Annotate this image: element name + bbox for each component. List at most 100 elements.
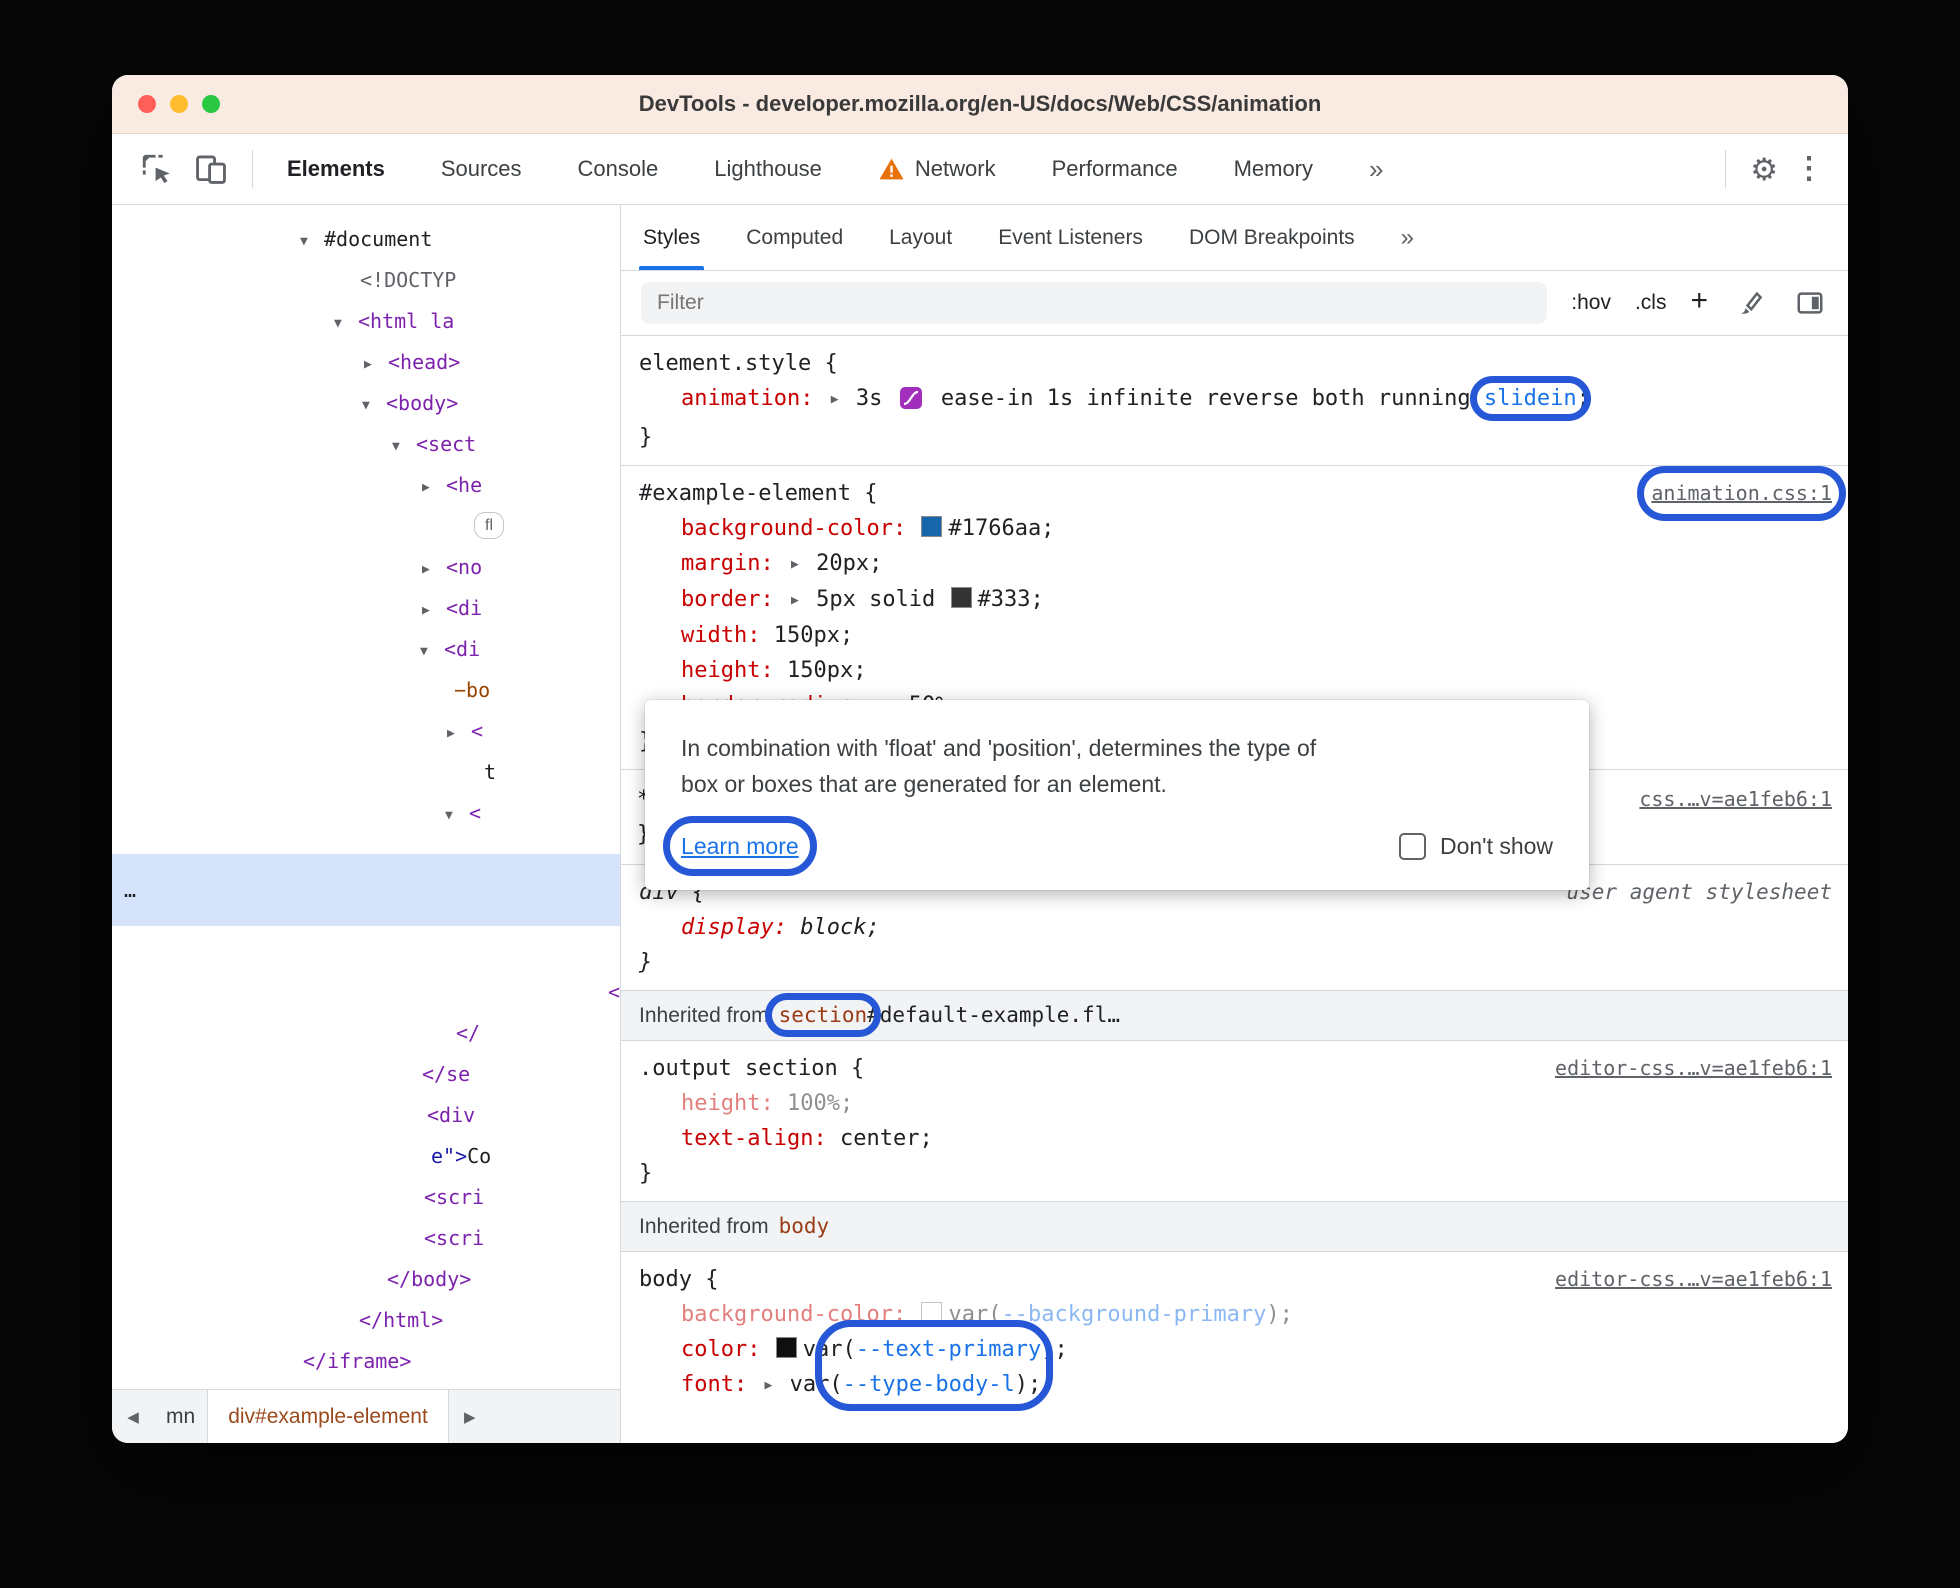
flex-badge[interactable]: fl xyxy=(474,512,504,539)
inspect-element-icon[interactable] xyxy=(134,147,180,191)
rule-selector[interactable]: #example-element { xyxy=(639,481,877,506)
dock-panel-icon[interactable] xyxy=(1792,285,1828,321)
collapse-arrow-icon[interactable]: ▼ xyxy=(334,303,358,344)
more-panels-icon[interactable]: » xyxy=(1401,205,1414,270)
tree-node-head[interactable]: ▶ <head> xyxy=(112,342,620,383)
tab-styles[interactable]: Styles xyxy=(639,205,705,270)
css-property-value[interactable]: ease-in 1s infinite reverse both running xyxy=(941,386,1471,411)
css-variable-link[interactable]: --type-body-l xyxy=(843,1372,1015,1397)
tab-console[interactable]: Console xyxy=(578,156,659,182)
fullscreen-window-button[interactable] xyxy=(202,95,220,113)
tree-node[interactable]: <div xyxy=(112,1095,620,1136)
color-swatch[interactable] xyxy=(921,516,943,537)
tab-performance[interactable]: Performance xyxy=(1052,156,1178,182)
tree-node-attribute[interactable]: −bo xyxy=(112,670,620,711)
expand-arrow-icon[interactable]: ▶ xyxy=(831,382,839,417)
collapse-arrow-icon[interactable]: ▼ xyxy=(445,795,469,836)
tab-lighthouse[interactable]: Lighthouse xyxy=(714,156,822,182)
css-property-name[interactable]: background-color: xyxy=(681,1302,906,1327)
tree-node[interactable]: </html> xyxy=(112,1300,620,1341)
css-property-value[interactable]: #1766aa; xyxy=(948,516,1054,541)
tree-node[interactable]: <scri xyxy=(112,1177,620,1218)
tree-node[interactable]: ▼ <di xyxy=(112,629,620,670)
tree-node-mixed[interactable]: e">Co xyxy=(112,1136,620,1177)
tree-node-body[interactable]: ▼ <body> xyxy=(112,383,620,424)
css-property-value[interactable]: 3s xyxy=(856,386,883,411)
css-variable-link[interactable]: --text-primary xyxy=(856,1337,1041,1362)
css-property-name[interactable]: height: xyxy=(681,658,774,683)
collapse-arrow-icon[interactable]: ▼ xyxy=(392,426,416,467)
rule-selector[interactable]: element.style { xyxy=(639,351,838,376)
section-node-link[interactable]: section xyxy=(779,1003,868,1027)
css-property-value[interactable]: #333; xyxy=(978,587,1044,612)
styles-filter-input[interactable] xyxy=(641,282,1548,324)
body-node-link[interactable]: body xyxy=(779,1214,830,1238)
tab-dom-breakpoints[interactable]: DOM Breakpoints xyxy=(1189,205,1355,270)
css-property-value[interactable]: 150px; xyxy=(774,623,853,648)
tree-node[interactable]: ▶ < xyxy=(112,711,620,752)
css-property-name[interactable]: width: xyxy=(681,623,760,648)
tab-elements[interactable]: Elements xyxy=(287,156,385,182)
tree-node-badge[interactable]: fl xyxy=(112,506,620,547)
breadcrumb-item-partial[interactable]: mn xyxy=(154,1390,207,1443)
learn-more-link[interactable]: Learn more xyxy=(663,816,817,876)
css-property-value[interactable]: var xyxy=(803,1337,843,1362)
expand-arrow-icon[interactable]: ▶ xyxy=(422,467,446,508)
css-property-value[interactable]: var xyxy=(790,1372,830,1397)
tab-network[interactable]: Network xyxy=(878,156,996,182)
settings-gear-icon[interactable]: ⚙ xyxy=(1750,154,1778,185)
tree-node[interactable]: <scri xyxy=(112,1218,620,1259)
expand-arrow-icon[interactable]: ▶ xyxy=(791,547,799,582)
css-property-value[interactable]: 150px; xyxy=(787,658,866,683)
css-property-value[interactable]: var xyxy=(948,1302,988,1327)
tab-event-listeners[interactable]: Event Listeners xyxy=(998,205,1143,270)
tree-node-doctype[interactable]: <!DOCTYP xyxy=(112,260,620,301)
crumb-next-icon[interactable]: ▶ xyxy=(449,1390,491,1443)
css-property-value[interactable]: 5px solid xyxy=(816,587,935,612)
close-window-button[interactable] xyxy=(138,95,156,113)
collapse-arrow-icon[interactable]: ▼ xyxy=(300,221,324,262)
breadcrumb-item-active[interactable]: div#example-element xyxy=(207,1390,449,1443)
tree-node-text[interactable]: t xyxy=(112,752,620,793)
menu-dots-icon[interactable]: ⋮ xyxy=(1794,154,1824,184)
color-swatch[interactable] xyxy=(950,587,972,608)
collapse-arrow-icon[interactable]: ▼ xyxy=(362,385,386,426)
stylesheet-link[interactable]: css.…v=ae1feb6:1 xyxy=(1639,782,1832,817)
tab-memory[interactable]: Memory xyxy=(1234,156,1313,182)
css-property-name[interactable]: color: xyxy=(681,1337,760,1362)
css-property-name[interactable]: border: xyxy=(681,587,774,612)
toggle-classes-button[interactable]: .cls xyxy=(1635,291,1667,315)
css-property-name[interactable]: font: xyxy=(681,1372,747,1397)
css-property-name[interactable]: margin: xyxy=(681,551,774,576)
section-node-detail[interactable]: #default-example.fl… xyxy=(867,1003,1120,1027)
css-property-name[interactable]: text-align: xyxy=(681,1126,827,1151)
dont-show-control[interactable]: Don't show xyxy=(1398,828,1553,864)
css-property-value[interactable]: center; xyxy=(840,1126,933,1151)
rule-selector[interactable]: .output section { xyxy=(639,1056,864,1081)
tree-node-header[interactable]: ▶ <he xyxy=(112,465,620,506)
tree-node-selected[interactable]: … xyxy=(112,854,621,926)
easing-swatch-icon[interactable] xyxy=(899,385,922,420)
crumb-prev-icon[interactable]: ◀ xyxy=(112,1390,154,1443)
tree-node[interactable]: </iframe> xyxy=(112,1341,620,1382)
css-property-name[interactable]: background-color: xyxy=(681,516,906,541)
expand-arrow-icon[interactable]: ▶ xyxy=(422,590,446,631)
stylesheet-link[interactable]: animation.css:1 xyxy=(1637,466,1846,521)
css-property-value[interactable]: 100%; xyxy=(787,1091,853,1116)
tree-node-section[interactable]: ▼ <sect xyxy=(112,424,620,465)
tree-node-document[interactable]: ▼ #document xyxy=(112,219,620,260)
rule-selector[interactable]: body { xyxy=(639,1267,718,1292)
css-property-name[interactable]: animation: xyxy=(681,386,813,411)
tree-node[interactable]: ▼ < xyxy=(112,793,620,834)
expand-arrow-icon[interactable]: ▶ xyxy=(765,1368,773,1403)
tree-node[interactable]: < xyxy=(112,972,620,1013)
more-tabs-icon[interactable]: » xyxy=(1369,154,1383,185)
tree-node-html[interactable]: ▼ <html la xyxy=(112,301,620,342)
css-property-value[interactable]: 20px; xyxy=(816,551,882,576)
dont-show-checkbox[interactable] xyxy=(1398,832,1426,860)
device-toolbar-icon[interactable] xyxy=(188,147,234,191)
stylesheet-link[interactable]: editor-css.…v=ae1feb6:1 xyxy=(1555,1262,1832,1297)
tree-node[interactable]: </se xyxy=(112,1054,620,1095)
tree-node[interactable]: ▶ <di xyxy=(112,588,620,629)
color-swatch[interactable] xyxy=(775,1337,797,1358)
